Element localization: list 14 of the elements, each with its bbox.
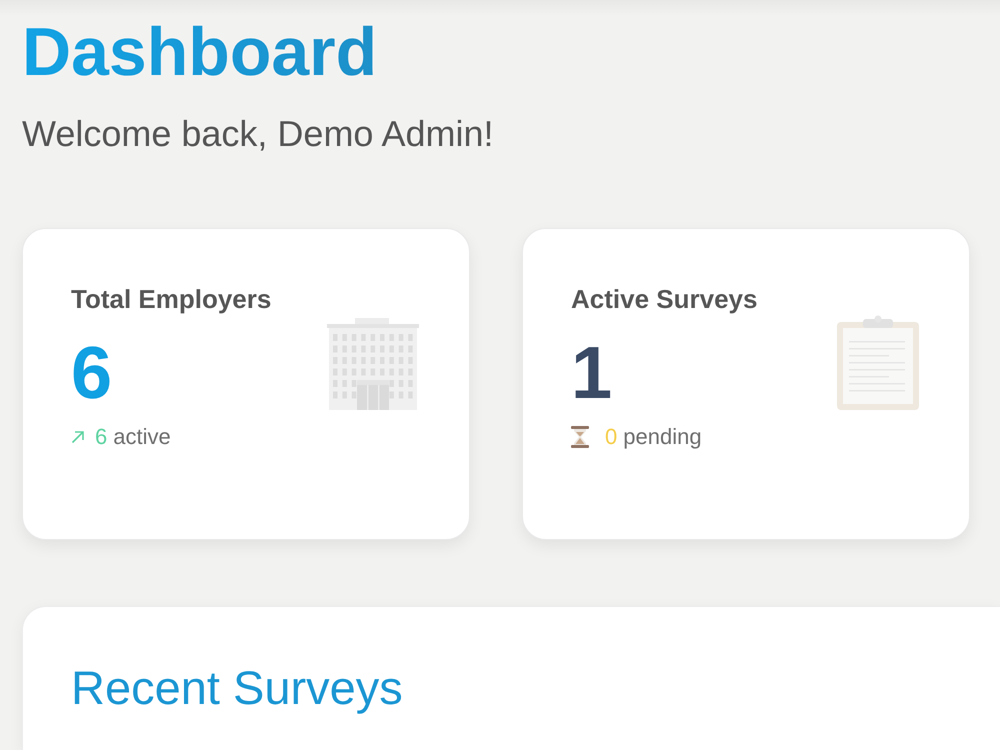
building-icon	[327, 318, 419, 410]
stat-caption: pending	[623, 423, 702, 451]
card-title: Active Surveys	[571, 284, 758, 314]
section-title: Recent Surveys	[71, 660, 403, 716]
card-title: Total Employers	[71, 284, 272, 314]
welcome-text: Welcome back, Demo Admin!	[22, 112, 494, 156]
stat-value: 6	[71, 336, 112, 410]
stat-caption: active	[113, 423, 171, 451]
stat-value: 1	[571, 336, 612, 410]
clipboard-icon	[837, 315, 919, 410]
stat-count: 0	[605, 423, 618, 451]
hourglass-icon	[571, 426, 589, 448]
stat-count: 6	[95, 423, 108, 451]
arrow-up-right-icon	[71, 430, 85, 444]
